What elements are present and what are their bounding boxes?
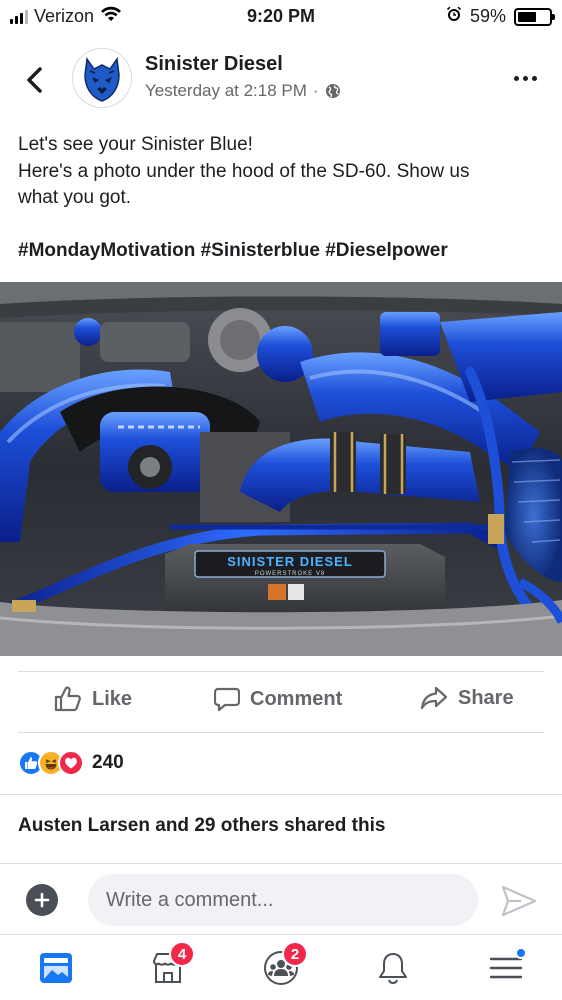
status-right: 59% <box>446 6 555 27</box>
marketplace-badge: 4 <box>169 941 195 967</box>
nav-notifications[interactable] <box>368 943 418 993</box>
comment-button[interactable]: Comment <box>214 686 342 712</box>
battery-percent: 59% <box>469 6 506 26</box>
alarm-icon <box>446 6 462 27</box>
comment-bubble-icon <box>214 687 240 712</box>
more-dot-icon <box>513 75 519 81</box>
battery-icon <box>514 7 555 26</box>
shares-text: Austen Larsen and 29 others shared this <box>18 815 386 836</box>
status-bar: Verizon 9:20 PM 59% <box>0 0 562 34</box>
reaction-count: 240 <box>92 752 124 773</box>
bottom-nav: 4 2 <box>0 934 562 1000</box>
nav-news-feed[interactable] <box>31 943 81 993</box>
nav-menu[interactable] <box>481 943 531 993</box>
thumbs-up-icon <box>54 686 81 712</box>
post-text-line: Let's see your Sinister Blue! <box>18 134 253 155</box>
engine-bay-photo: SINISTER DIESEL POWERSTROKE V8 <box>0 282 562 656</box>
page-avatar[interactable] <box>72 48 132 108</box>
menu-notification-dot <box>515 947 527 959</box>
post-text: Let's see your Sinister Blue! Here's a p… <box>18 132 548 212</box>
love-reaction-icon <box>58 750 84 776</box>
share-arrow-icon <box>420 686 448 710</box>
shares-row[interactable]: Austen Larsen and 29 others shared this <box>0 794 562 864</box>
chevron-left-icon <box>27 67 42 93</box>
send-button[interactable] <box>500 884 538 918</box>
post-timestamp[interactable]: Yesterday at 2:18 PM <box>145 81 307 101</box>
share-button[interactable]: Share <box>420 686 514 710</box>
send-icon <box>501 885 537 917</box>
back-button[interactable] <box>18 60 50 100</box>
more-options-button[interactable] <box>510 64 540 92</box>
comment-composer <box>0 872 562 928</box>
bell-icon <box>379 953 407 985</box>
sinister-diesel-logo-icon <box>84 56 120 102</box>
page-name[interactable]: Sinister Diesel <box>145 53 283 76</box>
reactions-summary[interactable]: 240 <box>18 748 124 778</box>
add-attachment-button[interactable] <box>26 884 58 916</box>
engine-cover-subtext: POWERSTROKE V8 <box>255 571 325 577</box>
post-text-line: what you got. <box>18 187 132 208</box>
plus-icon <box>34 892 50 908</box>
battery-level <box>518 11 536 22</box>
more-dot-icon <box>531 75 537 81</box>
post-hashtags[interactable]: #MondayMotivation #Sinisterblue #Dieselp… <box>18 240 448 262</box>
reaction-icons <box>18 750 84 776</box>
post-text-line: Here's a photo under the hood of the SD-… <box>18 160 470 182</box>
more-dot-icon <box>522 75 528 81</box>
groups-badge: 2 <box>282 941 308 967</box>
meta-separator: · <box>312 81 319 100</box>
engine-cover-logo: SINISTER DIESEL <box>227 554 353 569</box>
nav-marketplace[interactable]: 4 <box>143 941 195 993</box>
post-header: Sinister Diesel Yesterday at 2:18 PM · <box>0 44 562 120</box>
like-button[interactable]: Like <box>54 686 132 712</box>
action-bar: Like Comment Share <box>0 672 562 732</box>
post-photo[interactable]: SINISTER DIESEL POWERSTROKE V8 <box>0 282 562 656</box>
comment-input[interactable] <box>88 874 478 926</box>
globe-icon <box>325 84 340 98</box>
post-meta: Yesterday at 2:18 PM · <box>145 81 341 101</box>
like-label: Like <box>92 687 133 710</box>
news-feed-icon <box>40 953 72 983</box>
share-label: Share <box>458 686 514 709</box>
comment-label: Comment <box>250 687 343 710</box>
nav-groups[interactable]: 2 <box>256 941 308 993</box>
divider <box>18 732 544 733</box>
